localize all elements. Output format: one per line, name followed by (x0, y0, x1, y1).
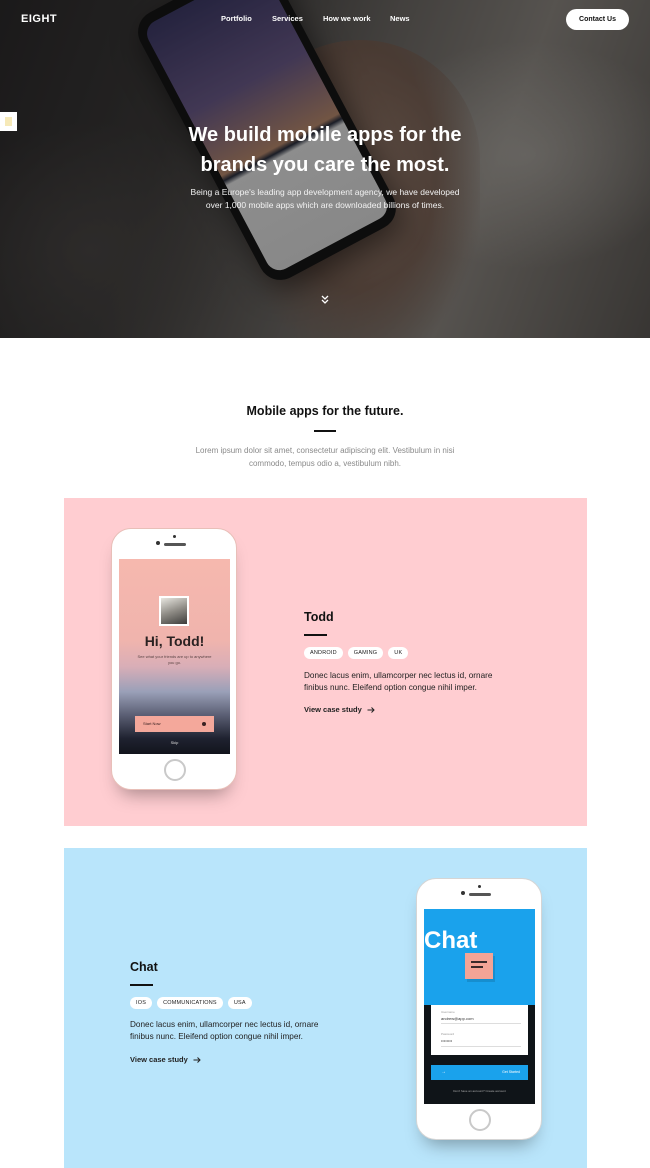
phone-blurb: See what your friends are up to anywhere… (137, 654, 212, 665)
view-case-study-label: View case study (304, 705, 362, 714)
section-title: Mobile apps for the future. (246, 404, 404, 418)
case-description: Donec lacus enim, ullamcorper nec lectus… (304, 670, 534, 694)
phone-field-line (441, 1023, 521, 1024)
phone-mockup-todd: Hi, Todd! See what your friends are up t… (111, 528, 237, 790)
case-tags: IOS COMMUNICATIONS USA (130, 997, 252, 1009)
phone-email-value: andrew@app.com (441, 1016, 474, 1021)
section-divider (314, 430, 336, 432)
nav-link-services[interactable]: Services (272, 14, 303, 23)
case-description: Donec lacus enim, ullamcorper nec lectus… (130, 1019, 360, 1043)
nav-link-how-we-work[interactable]: How we work (323, 14, 371, 23)
tag-communications: COMMUNICATIONS (157, 997, 223, 1009)
case-card-todd: Hi, Todd! See what your friends are up t… (64, 498, 587, 826)
phone-start-button: Start Now (135, 716, 214, 732)
arrow-right-icon (193, 1056, 201, 1063)
phone-camera (478, 885, 481, 888)
case-description-line: Donec lacus enim, ullamcorper nec lectus… (130, 1020, 319, 1029)
phone-login-form: Username andrew@app.com Password •••••••… (431, 1005, 528, 1055)
phone-mockup-chat: Chat Username andrew@app.com Password ••… (416, 878, 542, 1140)
phone-submit-bar: → Get Started (431, 1065, 528, 1080)
hero-subtitle: Being a Europe's leading app development… (0, 186, 650, 212)
phone-chat-title: Chat (424, 927, 478, 954)
view-case-study-link[interactable]: View case study (130, 1055, 201, 1064)
hero-subtitle-line: Being a Europe's leading app development… (190, 187, 460, 197)
hero-title: We build mobile apps for the brands you … (0, 120, 650, 180)
nav-link-news[interactable]: News (390, 14, 410, 23)
tag-android: ANDROID (304, 647, 343, 659)
case-description-line: finibus nunc. Eleifend option congue nih… (304, 683, 477, 692)
phone-start-label: Start Now (143, 721, 161, 726)
phone-field-line (441, 1046, 521, 1047)
section-description: Lorem ipsum dolor sit amet, consectetur … (0, 444, 650, 470)
phone-submit-label: Get Started (502, 1070, 520, 1074)
case-card-chat: Chat IOS COMMUNICATIONS USA Donec lacus … (64, 848, 587, 1168)
contact-us-button[interactable]: Contact Us (566, 9, 629, 30)
logo[interactable]: EIGHT (21, 13, 57, 25)
hero-title-line: brands you care the most. (200, 154, 450, 176)
top-navigation: EIGHT Portfolio Services How we work New… (0, 0, 650, 38)
phone-footer-text: Don't have an account? Create account (453, 1089, 506, 1093)
phone-speaker (469, 893, 491, 896)
nav-link-portfolio[interactable]: Portfolio (221, 14, 252, 23)
phone-camera (173, 535, 176, 538)
phone-home-button (164, 759, 186, 781)
view-case-study-link[interactable]: View case study (304, 705, 375, 714)
phone-sensor (156, 541, 160, 545)
phone-password-value: •••••••• (441, 1038, 453, 1043)
phone-greeting: Hi, Todd! (144, 633, 205, 649)
phone-skip-label: Skip (170, 740, 179, 745)
case-description-line: Donec lacus enim, ullamcorper nec lectus… (304, 671, 493, 680)
phone-speaker (164, 543, 186, 546)
phone-email-label: Username (441, 1010, 455, 1014)
hero-title-line: We build mobile apps for the (188, 124, 462, 146)
hero-section: EIGHT Portfolio Services How we work New… (0, 0, 650, 338)
tag-gaming: GAMING (347, 647, 384, 659)
phone-password-label: Password (441, 1032, 455, 1036)
phone-home-button (469, 1109, 491, 1131)
case-divider (304, 634, 327, 636)
case-divider (130, 984, 153, 986)
phone-screen: Chat Username andrew@app.com Password ••… (424, 909, 535, 1104)
phone-screen: Hi, Todd! See what your friends are up t… (119, 559, 230, 754)
case-title: Todd (304, 610, 334, 624)
hero-subtitle-line: over 1,000 mobile apps which are downloa… (205, 200, 445, 210)
case-tags: ANDROID GAMING UK (304, 647, 409, 659)
section-description-line: Lorem ipsum dolor sit amet, consectetur … (195, 446, 455, 455)
double-chevron-down-icon[interactable] (319, 294, 331, 306)
tag-ios: IOS (130, 997, 153, 1009)
tag-uk: UK (388, 647, 409, 659)
avatar (159, 596, 189, 626)
tag-usa: USA (227, 997, 252, 1009)
arrow-right-icon (367, 706, 375, 713)
chat-bubble-icon (465, 953, 493, 979)
phone-sensor (461, 891, 465, 895)
view-case-study-label: View case study (130, 1055, 188, 1064)
section-description-line: commodo, tempus odio a, vestibulum nibh. (248, 459, 402, 468)
case-description-line: finibus nunc. Eleifend option congue nih… (130, 1032, 303, 1041)
case-title: Chat (130, 960, 158, 974)
